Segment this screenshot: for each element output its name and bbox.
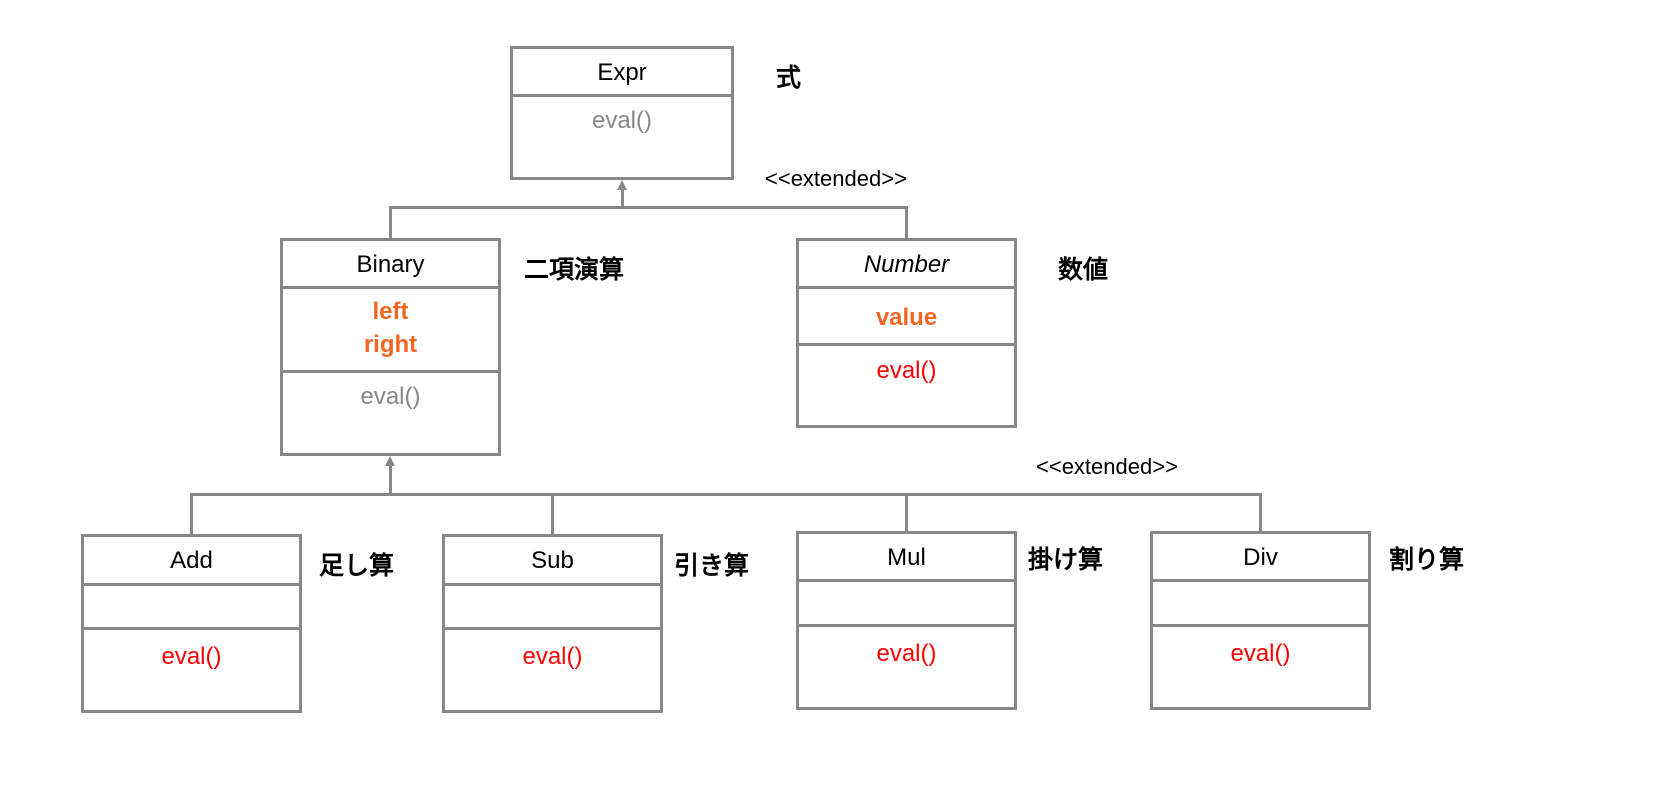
inheritance-line [1259,493,1262,532]
inheritance-line [190,493,1261,496]
method: eval() [591,107,652,134]
inheritance-arrowhead [385,456,395,466]
divider [1153,624,1368,627]
divider [84,627,299,630]
inheritance-line [389,206,907,209]
method: eval() [522,643,583,670]
class-mul[interactable]: Mul eval() [796,531,1017,710]
method: eval() [161,643,222,670]
class-sub[interactable]: Sub eval() [442,534,663,713]
class-expr[interactable]: Expr eval() [510,46,734,180]
class-label: 割り算 [1389,545,1465,574]
class-binary[interactable]: Binary left right eval() [280,238,501,456]
class-div[interactable]: Div eval() [1150,531,1371,710]
divider [799,579,1014,582]
inheritance-line [389,465,392,495]
class-label: 引き算 [674,551,750,580]
class-add[interactable]: Add eval() [81,534,302,713]
stereotype-label: <<extended>> [765,166,907,191]
class-number[interactable]: Number value eval() [796,238,1017,428]
class-name: Number [863,251,950,278]
class-name: Div [1243,544,1278,571]
inheritance-line [621,189,624,207]
class-name: Binary [356,251,425,278]
method: eval() [1230,640,1291,667]
stereotype-label: <<extended>> [1036,454,1178,479]
divider [445,627,660,630]
attribute: left [372,298,409,325]
attribute: value [875,304,938,331]
divider [283,370,498,373]
class-label: 二項演算 [524,255,625,284]
method: eval() [360,383,421,410]
divider [283,286,498,289]
class-name: Mul [887,544,926,571]
class-name: Add [170,547,213,574]
divider [1153,579,1368,582]
divider [445,583,660,586]
inheritance-line [190,493,193,535]
inheritance-line [905,206,908,239]
divider [799,343,1014,346]
class-name: Sub [531,547,574,574]
class-label: 式 [776,63,802,92]
inheritance-line [905,493,908,532]
inheritance-arrowhead [617,180,627,190]
attribute: right [363,331,418,358]
inheritance-line [551,493,554,535]
method: eval() [876,640,937,667]
class-label: 足し算 [319,551,395,580]
inheritance-line [389,206,392,239]
divider [513,94,731,97]
divider [799,624,1014,627]
divider [84,583,299,586]
class-label: 数値 [1058,255,1109,284]
class-label: 掛け算 [1028,545,1104,574]
class-name: Expr [597,59,647,86]
divider [799,286,1014,289]
method: eval() [876,357,937,384]
